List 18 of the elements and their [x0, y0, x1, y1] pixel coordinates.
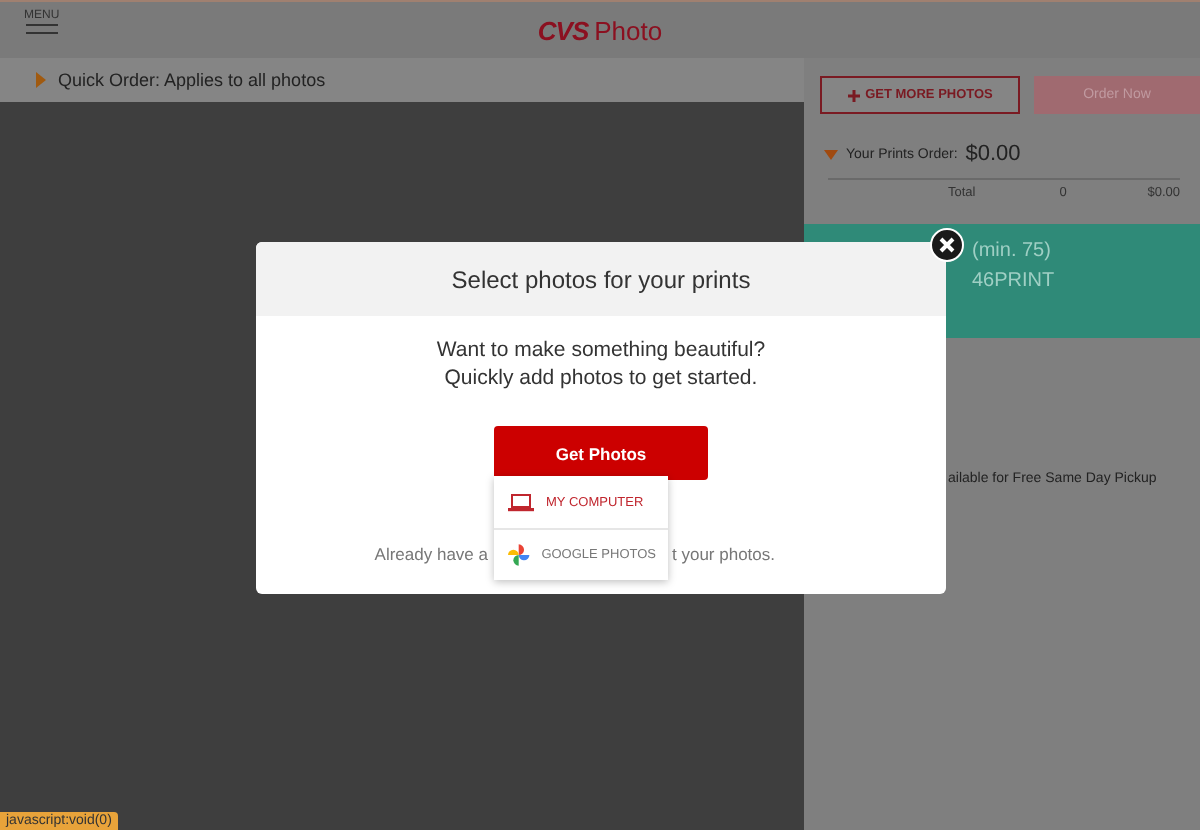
- collapse-arrow-icon: [824, 149, 838, 159]
- order-summary-total: $0.00: [965, 142, 1021, 166]
- footer-text: Already have a: [372, 544, 488, 564]
- dialog-message: Want to make something beautiful? Quickly add photos to get started.: [436, 336, 766, 392]
- logo-brand: CVS: [537, 15, 589, 45]
- quick-order-label: Quick Order: Applies to all photos: [58, 70, 326, 90]
- footer-text: t your photos.: [672, 544, 778, 564]
- menu-icon: [25, 24, 58, 36]
- quick-order-bar[interactable]: Quick Order: Applies to all photos: [0, 58, 804, 102]
- expand-arrow-icon: [36, 72, 46, 88]
- promo-text: (min. 75): [972, 240, 1053, 262]
- laptop-icon: [508, 493, 534, 511]
- dialog-title: Select photos for your prints: [451, 265, 751, 293]
- pinwheel-icon: [508, 544, 530, 566]
- get-photos-button[interactable]: Get Photos: [494, 426, 708, 480]
- promo-text: 46PRINT: [972, 270, 1057, 292]
- plus-icon: [847, 89, 860, 101]
- logo-word: Photo: [594, 15, 663, 45]
